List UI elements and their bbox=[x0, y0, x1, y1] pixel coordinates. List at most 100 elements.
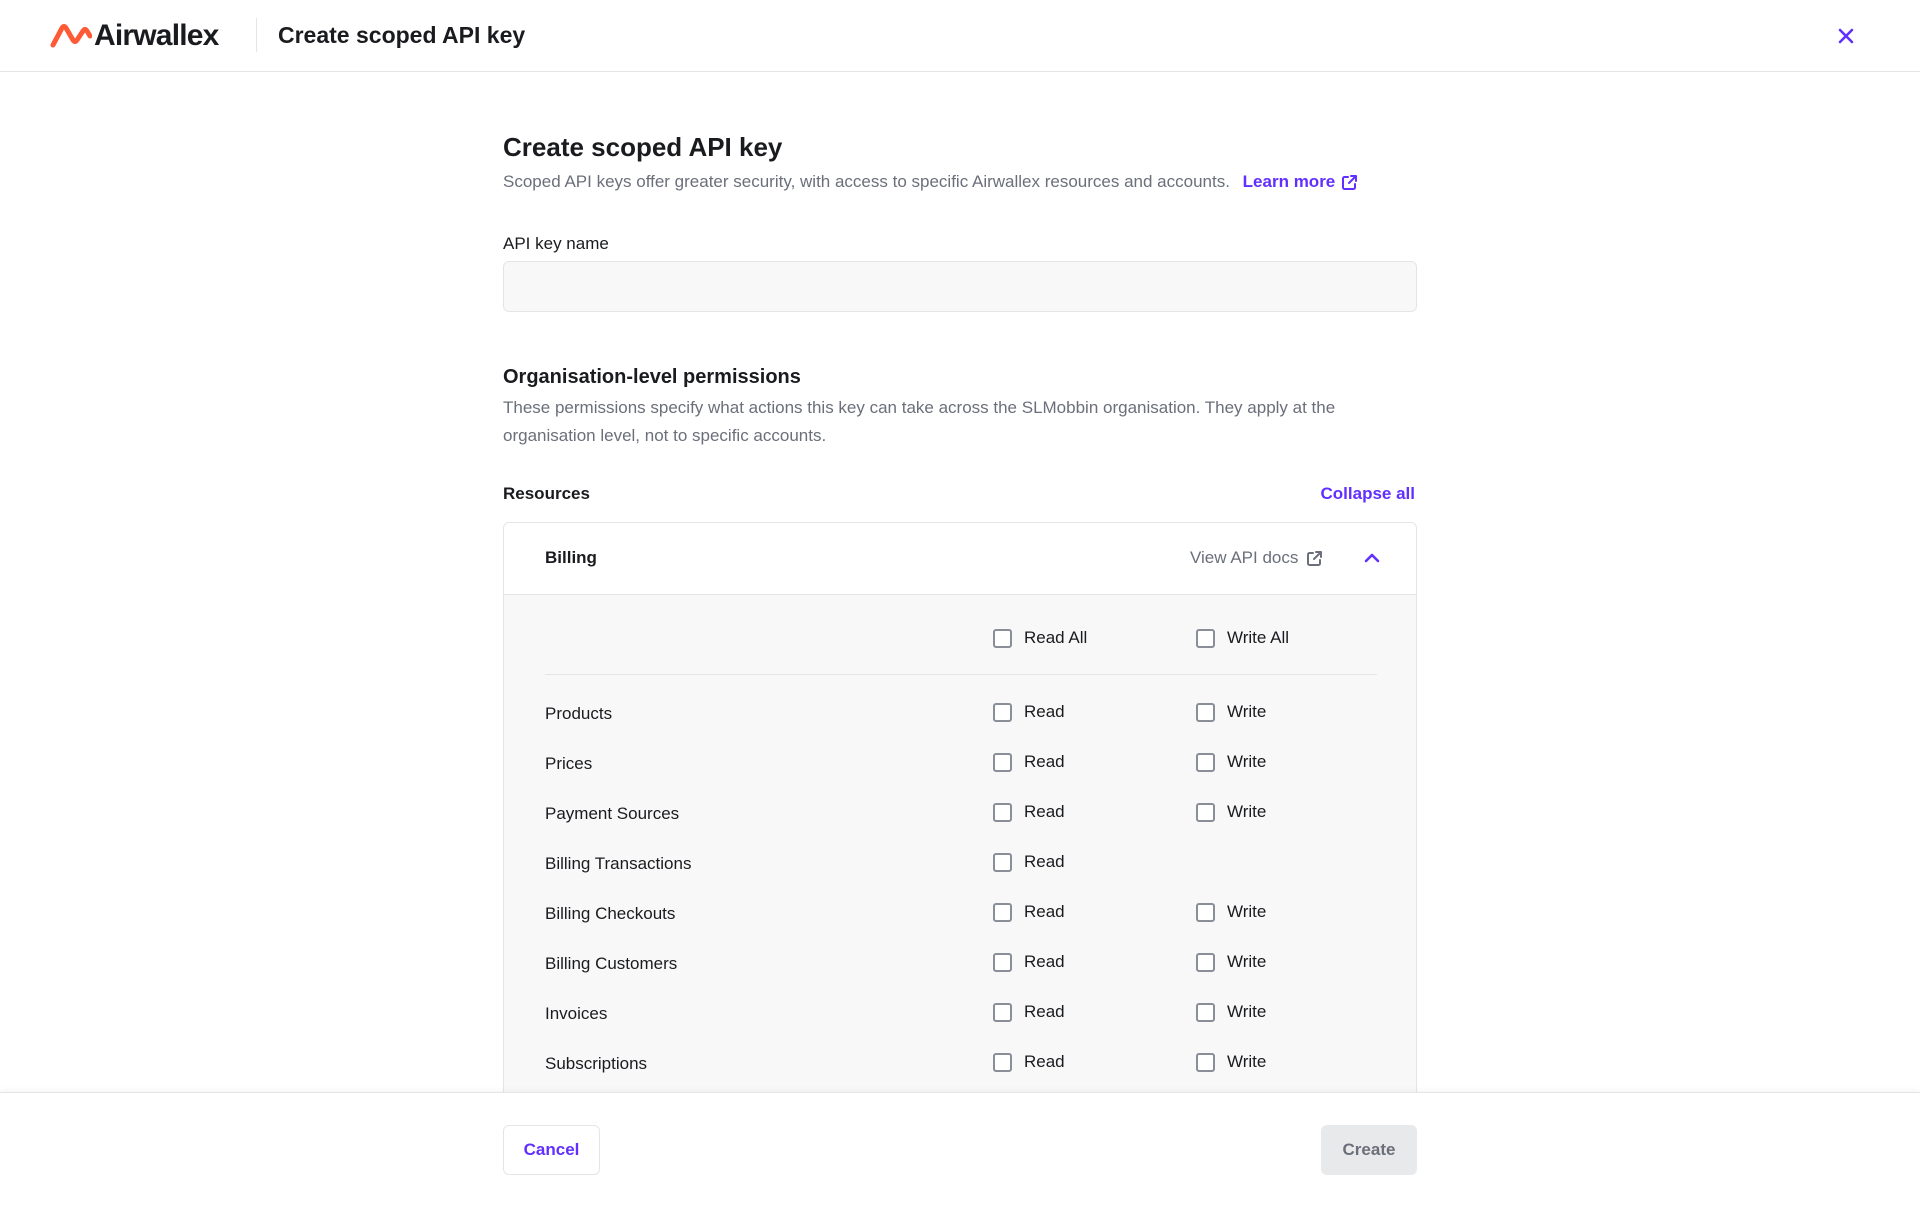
view-api-docs-label: View API docs bbox=[1190, 548, 1299, 567]
payment-sources-read-checkbox[interactable]: Read bbox=[993, 802, 1065, 822]
checkbox-box bbox=[993, 752, 1012, 772]
api-key-name-input[interactable] bbox=[503, 261, 1417, 312]
learn-more-link[interactable]: Learn more bbox=[1243, 172, 1359, 192]
prices-write-checkbox[interactable]: Write bbox=[1196, 752, 1266, 772]
write-all-checkbox[interactable]: Write All bbox=[1196, 628, 1289, 648]
org-permissions-title: Organisation-level permissions bbox=[503, 366, 801, 388]
airwallex-logo-icon bbox=[50, 24, 92, 48]
billing-panel-title: Billing bbox=[545, 548, 597, 567]
resource-name: Prices bbox=[545, 754, 593, 773]
billing-customers-read-checkbox[interactable]: Read bbox=[993, 952, 1065, 972]
prices-read-checkbox[interactable]: Read bbox=[993, 752, 1065, 772]
resource-name: Payment Sources bbox=[545, 804, 680, 823]
checkbox-box bbox=[1196, 902, 1215, 922]
resource-name: Billing Transactions bbox=[545, 854, 692, 873]
top-bar: Airwallex Create scoped API key bbox=[0, 0, 1920, 72]
payment-sources-write-checkbox[interactable]: Write bbox=[1196, 802, 1266, 822]
write-label: Write bbox=[1227, 802, 1267, 821]
read-label: Read bbox=[1024, 952, 1065, 971]
checkbox-box bbox=[993, 1002, 1012, 1022]
resource-row-payment-sources: Payment Sources Read Write bbox=[545, 792, 1377, 842]
read-label: Read bbox=[1024, 752, 1065, 771]
checkbox-box bbox=[993, 1052, 1012, 1072]
resource-row-billing-customers: Billing Customers Read Write bbox=[545, 942, 1377, 992]
chevron-up-icon bbox=[1364, 553, 1380, 563]
create-button[interactable]: Create bbox=[1321, 1125, 1417, 1175]
checkbox-box bbox=[1196, 1002, 1215, 1022]
page-description: Scoped API keys offer greater security, … bbox=[503, 172, 1358, 192]
invoices-read-checkbox[interactable]: Read bbox=[993, 1002, 1065, 1022]
billing-panel-header[interactable]: Billing View API docs bbox=[504, 523, 1416, 595]
select-all-row: Read All Write All bbox=[545, 595, 1377, 675]
billing-panel: Billing View API docs Read All Write All… bbox=[503, 522, 1417, 1092]
resource-name: Billing Checkouts bbox=[545, 904, 676, 923]
billing-checkouts-read-checkbox[interactable]: Read bbox=[993, 902, 1065, 922]
write-label: Write bbox=[1227, 952, 1267, 971]
learn-more-label: Learn more bbox=[1242, 172, 1336, 191]
collapse-billing-button[interactable] bbox=[1359, 545, 1385, 571]
main-content: Create scoped API key Scoped API keys of… bbox=[503, 72, 1417, 1092]
read-label: Read bbox=[1024, 852, 1065, 871]
resource-name: Billing Customers bbox=[545, 954, 678, 973]
resource-row-products: Products Read Write bbox=[545, 692, 1377, 742]
checkbox-box bbox=[993, 852, 1012, 872]
read-all-checkbox[interactable]: Read All bbox=[993, 628, 1087, 648]
write-label: Write bbox=[1227, 1052, 1267, 1071]
view-api-docs-link[interactable]: View API docs bbox=[1190, 548, 1323, 568]
checkbox-box bbox=[993, 702, 1012, 722]
airwallex-logo[interactable]: Airwallex bbox=[50, 19, 219, 52]
billing-transactions-read-checkbox[interactable]: Read bbox=[993, 852, 1065, 872]
brand-name: Airwallex bbox=[94, 19, 219, 52]
write-label: Write bbox=[1227, 752, 1267, 771]
checkbox-box bbox=[993, 902, 1012, 922]
subscriptions-read-checkbox[interactable]: Read bbox=[993, 1052, 1065, 1072]
write-all-label: Write All bbox=[1227, 628, 1290, 647]
checkbox-box bbox=[1196, 802, 1215, 822]
products-write-checkbox[interactable]: Write bbox=[1196, 702, 1266, 722]
resource-name: Subscriptions bbox=[545, 1054, 648, 1073]
collapse-all-button[interactable]: Collapse all bbox=[1321, 484, 1415, 504]
write-label: Write bbox=[1227, 902, 1267, 921]
read-label: Read bbox=[1024, 802, 1065, 821]
page-title: Create scoped API key bbox=[503, 132, 783, 162]
checkbox-box bbox=[1196, 628, 1215, 648]
resources-label: Resources bbox=[503, 484, 590, 503]
header-title: Create scoped API key bbox=[278, 22, 526, 48]
resource-row-billing-checkouts: Billing Checkouts Read Write bbox=[545, 892, 1377, 942]
page-description-text: Scoped API keys offer greater security, … bbox=[503, 172, 1230, 191]
read-label: Read bbox=[1024, 1002, 1065, 1021]
checkbox-box bbox=[1196, 702, 1215, 722]
cancel-button[interactable]: Cancel bbox=[503, 1125, 600, 1175]
resource-row-prices: Prices Read Write bbox=[545, 742, 1377, 792]
external-link-icon bbox=[1307, 550, 1323, 566]
org-permissions-description: These permissions specify what actions t… bbox=[503, 398, 1336, 445]
resource-row-invoices: Invoices Read Write bbox=[545, 992, 1377, 1042]
write-label: Write bbox=[1227, 1002, 1267, 1021]
api-key-name-label: API key name bbox=[503, 234, 609, 253]
billing-checkouts-write-checkbox[interactable]: Write bbox=[1196, 902, 1266, 922]
read-label: Read bbox=[1024, 1052, 1065, 1071]
checkbox-box bbox=[993, 628, 1012, 648]
checkbox-box bbox=[993, 802, 1012, 822]
external-link-icon bbox=[1342, 174, 1358, 190]
read-all-label: Read All bbox=[1024, 628, 1088, 647]
close-button[interactable] bbox=[1832, 22, 1860, 50]
checkbox-box bbox=[993, 952, 1012, 972]
checkbox-box bbox=[1196, 752, 1215, 772]
billing-customers-write-checkbox[interactable]: Write bbox=[1196, 952, 1266, 972]
header-divider bbox=[256, 18, 257, 52]
subscriptions-write-checkbox[interactable]: Write bbox=[1196, 1052, 1266, 1072]
invoices-write-checkbox[interactable]: Write bbox=[1196, 1002, 1266, 1022]
resource-row-subscriptions: Subscriptions Read Write bbox=[545, 1042, 1377, 1092]
close-icon bbox=[1838, 28, 1854, 44]
write-label: Write bbox=[1227, 702, 1267, 721]
resource-name: Invoices bbox=[545, 1004, 608, 1023]
read-label: Read bbox=[1024, 902, 1065, 921]
read-label: Read bbox=[1024, 702, 1065, 721]
checkbox-box bbox=[1196, 952, 1215, 972]
resource-name: Products bbox=[545, 704, 613, 723]
products-read-checkbox[interactable]: Read bbox=[993, 702, 1065, 722]
resource-row-billing-transactions: Billing Transactions Read bbox=[545, 842, 1377, 892]
checkbox-box bbox=[1196, 1052, 1215, 1072]
billing-panel-body: Read All Write All Products Read Write P… bbox=[504, 595, 1416, 1092]
